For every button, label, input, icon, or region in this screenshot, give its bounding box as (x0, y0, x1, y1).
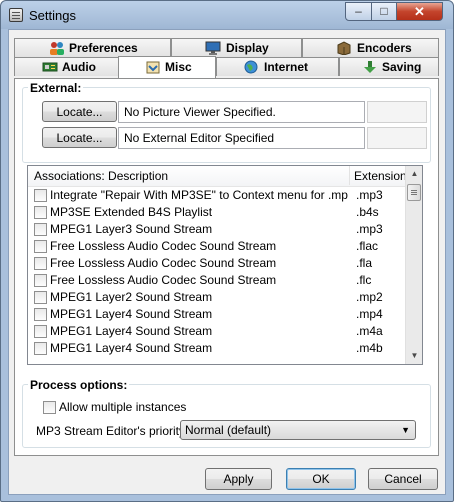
association-extension: .mp3 (356, 188, 383, 202)
association-extension: .flac (356, 239, 379, 253)
association-description: MPEG1 Layer3 Sound Stream (50, 222, 213, 236)
tab-preferences-label: Preferences (69, 41, 138, 55)
misc-icon (146, 61, 160, 74)
tab-preferences[interactable]: Preferences (14, 38, 171, 57)
priority-label: MP3 Stream Editor's priority: (36, 424, 189, 438)
association-checkbox[interactable] (34, 223, 47, 236)
association-description: MP3SE Extended B4S Playlist (50, 205, 213, 219)
association-checkbox[interactable] (34, 308, 47, 321)
picture-viewer-path: No Picture Viewer Specified. (118, 101, 365, 123)
tab-display-label: Display (226, 41, 269, 55)
association-extension: .mp3 (356, 222, 383, 236)
monitor-icon (205, 41, 221, 55)
association-description: Free Lossless Audio Codec Sound Stream (50, 256, 277, 270)
allow-multiple-label: Allow multiple instances (59, 400, 187, 414)
scroll-up-arrow-icon[interactable]: ▲ (407, 166, 422, 182)
association-description: MPEG1 Layer4 Sound Stream (50, 307, 213, 321)
association-extension: .flc (356, 273, 372, 287)
header-description[interactable]: Associations: Description (34, 169, 168, 183)
dialog-client: Preferences Display Encoders Audio Misc … (8, 29, 446, 495)
box-icon (337, 41, 351, 55)
ok-button[interactable]: OK (286, 468, 356, 490)
association-extension: .mp4 (356, 307, 383, 321)
cancel-button[interactable]: Cancel (368, 468, 438, 490)
priority-select-value: Normal (default) (185, 423, 272, 437)
title-bar[interactable]: Settings – □ ✕ (1, 1, 453, 29)
audio-card-icon (42, 62, 58, 72)
association-checkbox[interactable] (34, 291, 47, 304)
locate-picture-viewer-button[interactable]: Locate... (42, 101, 117, 122)
header-separator (349, 166, 350, 185)
globe-icon (244, 60, 258, 74)
priority-select[interactable]: Normal (default) ▼ (180, 420, 416, 440)
tab-encoders[interactable]: Encoders (302, 38, 439, 57)
header-extension[interactable]: Extension (354, 169, 407, 183)
tab-internet[interactable]: Internet (216, 57, 339, 76)
association-extension: .fla (356, 256, 373, 270)
association-checkbox[interactable] (34, 274, 47, 287)
chevron-down-icon: ▼ (401, 425, 410, 435)
process-options-label: Process options: (28, 378, 130, 392)
window-title: Settings (29, 8, 76, 23)
maximize-button[interactable]: □ (371, 2, 397, 21)
association-extension: .m4b (356, 341, 383, 355)
tab-encoders-label: Encoders (357, 41, 412, 55)
close-button[interactable]: ✕ (396, 2, 443, 21)
association-checkbox[interactable] (34, 342, 47, 355)
list-item[interactable]: MPEG1 Layer4 Sound Stream .m4a (28, 323, 408, 340)
list-item[interactable]: Free Lossless Audio Codec Sound Stream .f… (28, 238, 408, 255)
association-extension: .m4a (356, 324, 383, 338)
tab-misc-label: Misc (165, 60, 192, 74)
association-description: MPEG1 Layer4 Sound Stream (50, 341, 213, 355)
external-group-label: External: (28, 81, 84, 95)
list-item[interactable]: MP3SE Extended B4S Playlist .b4s (28, 204, 408, 221)
tab-saving[interactable]: Saving (339, 57, 439, 76)
list-item[interactable]: MPEG1 Layer4 Sound Stream .m4b (28, 340, 408, 357)
apply-button[interactable]: Apply (205, 468, 272, 490)
associations-list[interactable]: Associations: Description Extension Inte… (27, 165, 423, 365)
settings-app-icon (9, 8, 23, 22)
tab-internet-label: Internet (264, 60, 309, 74)
scroll-thumb[interactable] (407, 184, 421, 201)
people-icon (50, 42, 64, 55)
association-checkbox[interactable] (34, 189, 47, 202)
external-editor-path: No External Editor Specified (118, 127, 365, 149)
minimize-button[interactable]: – (345, 2, 372, 21)
tab-display[interactable]: Display (171, 38, 302, 57)
association-description: MPEG1 Layer4 Sound Stream (50, 324, 213, 338)
allow-multiple-checkbox[interactable] (43, 401, 56, 414)
misc-tab-panel: External: Locate... No Picture Viewer Sp… (14, 78, 439, 456)
association-extension: .mp2 (356, 290, 383, 304)
association-description: Free Lossless Audio Codec Sound Stream (50, 273, 277, 287)
list-item[interactable]: Integrate "Repair With MP3SE" to Context… (28, 187, 408, 204)
picture-viewer-extra-field (367, 101, 427, 123)
list-item[interactable]: MPEG1 Layer2 Sound Stream .mp2 (28, 289, 408, 306)
association-checkbox[interactable] (34, 240, 47, 253)
settings-window: Settings – □ ✕ Preferences Display Encod… (0, 0, 454, 502)
associations-list-header: Associations: Description Extension (28, 166, 408, 187)
scroll-down-arrow-icon[interactable]: ▼ (407, 348, 422, 364)
association-checkbox[interactable] (34, 257, 47, 270)
list-item[interactable]: MPEG1 Layer4 Sound Stream .mp4 (28, 306, 408, 323)
tab-audio-label: Audio (62, 60, 96, 74)
association-checkbox[interactable] (34, 206, 47, 219)
association-description: MPEG1 Layer2 Sound Stream (50, 290, 213, 304)
association-description: Free Lossless Audio Codec Sound Stream (50, 239, 277, 253)
external-group (22, 87, 431, 163)
list-item[interactable]: MPEG1 Layer3 Sound Stream .mp3 (28, 221, 408, 238)
external-editor-extra-field (367, 127, 427, 149)
list-item[interactable]: Free Lossless Audio Codec Sound Stream .f… (28, 255, 408, 272)
association-description: Integrate "Repair With MP3SE" to Context… (50, 188, 348, 202)
locate-external-editor-button[interactable]: Locate... (42, 127, 117, 148)
association-checkbox[interactable] (34, 325, 47, 338)
tab-audio[interactable]: Audio (14, 57, 119, 76)
tab-saving-label: Saving (382, 60, 422, 74)
list-item[interactable]: Free Lossless Audio Codec Sound Stream .f… (28, 272, 408, 289)
association-extension: .b4s (356, 205, 379, 219)
associations-scrollbar[interactable]: ▲ ▼ (405, 166, 422, 364)
tab-misc[interactable]: Misc (118, 56, 216, 78)
download-arrow-icon (364, 61, 376, 73)
